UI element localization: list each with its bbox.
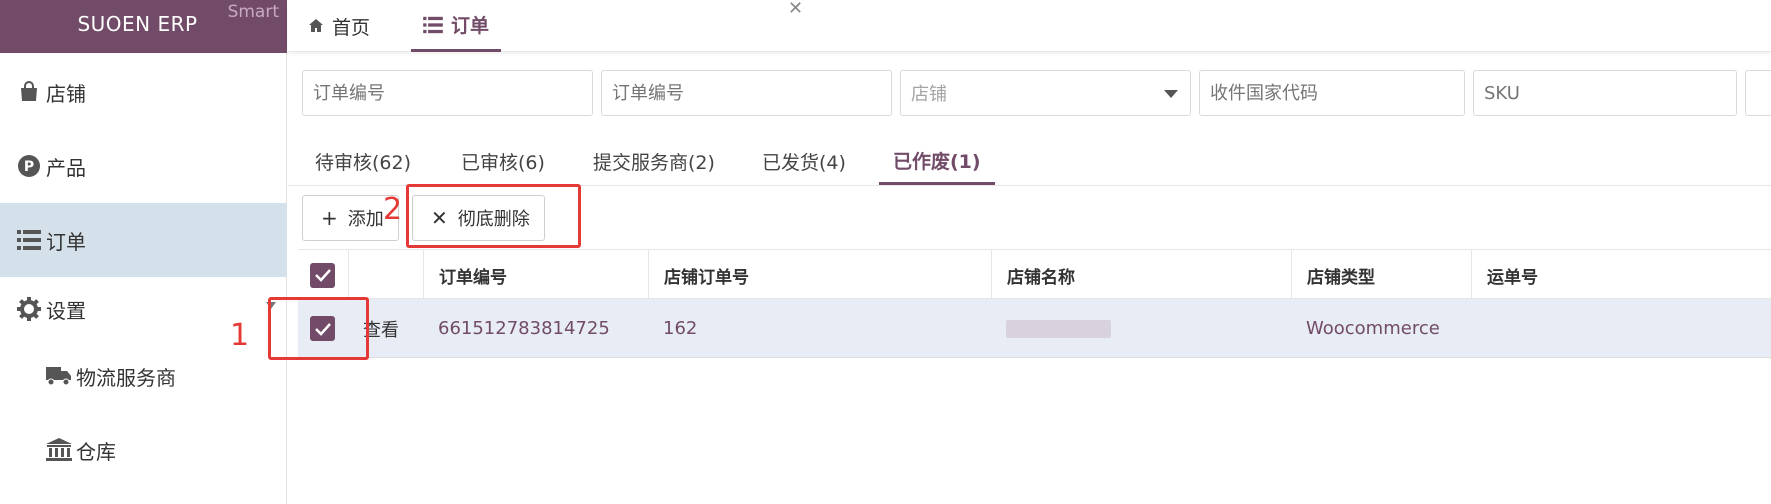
order-number-cell: 661512783814725: [438, 318, 610, 339]
shopping-bag-icon: [16, 79, 42, 105]
sidebar-item-label: 仓库: [76, 439, 116, 464]
sidebar-item-orders[interactable]: 订单: [0, 203, 287, 277]
tab-orders[interactable]: 订单: [411, 0, 502, 52]
store-type-cell: Woocommerce: [1306, 318, 1440, 339]
sidebar: SUOEN ERP Smart 店铺 P 产品 订单 设置 物流服务商 仓库: [0, 0, 287, 504]
sidebar-item-label: 订单: [46, 229, 86, 254]
annotation-label-2: 2: [383, 192, 403, 227]
sidebar-item-label: 产品: [46, 155, 86, 180]
table-header-action: [348, 250, 423, 300]
store-order-number-cell: 162: [663, 318, 698, 339]
tab-submitted-provider[interactable]: 提交服务商(2): [579, 138, 729, 185]
country-code-filter-input[interactable]: [1199, 70, 1465, 116]
store-select[interactable]: 店铺: [900, 70, 1191, 116]
top-tab-bar: 首页 订单 ✕: [288, 0, 1771, 52]
gear-icon: [16, 296, 42, 322]
tab-label: 订单: [451, 15, 490, 37]
tracking-number-cell: [1471, 299, 1771, 358]
sidebar-item-warehouse[interactable]: 仓库: [0, 413, 287, 487]
tab-pending-review[interactable]: 待审核(62): [301, 138, 425, 185]
tab-reviewed[interactable]: 已审核(6): [447, 138, 559, 185]
check-icon: [314, 269, 331, 282]
list-icon: [16, 227, 42, 253]
order-number-filter-input-2[interactable]: [601, 70, 892, 116]
sidebar-item-label: 物流服务商: [76, 365, 176, 390]
home-icon: [308, 18, 324, 34]
list-icon: [423, 16, 443, 34]
close-icon[interactable]: ✕: [788, 0, 803, 19]
redacted-store-name: [1006, 319, 1111, 338]
table-header-store-order-no[interactable]: 店铺订单号: [648, 250, 991, 300]
more-filter-input[interactable]: [1745, 70, 1771, 116]
bank-icon: [46, 437, 72, 463]
annotation-label-1: 1: [230, 318, 250, 353]
sidebar-item-store[interactable]: 店铺: [0, 55, 287, 129]
add-button-label: 添加: [347, 209, 384, 230]
brand-tag: Smart: [227, 2, 279, 22]
tab-voided[interactable]: 已作废(1): [879, 138, 995, 185]
tab-shipped[interactable]: 已发货(4): [748, 138, 860, 185]
truck-icon: [46, 363, 72, 389]
annotation-box-1: [268, 297, 369, 360]
tab-label: 首页: [332, 16, 371, 39]
sidebar-item-label: 店铺: [46, 81, 86, 106]
annotation-box-2: [406, 184, 581, 248]
sidebar-item-label: 设置: [46, 298, 86, 323]
plus-icon: +: [321, 206, 338, 230]
svg-text:P: P: [24, 159, 34, 175]
table-header-store-type[interactable]: 店铺类型: [1291, 250, 1471, 300]
sidebar-item-product[interactable]: P 产品: [0, 129, 287, 203]
order-number-filter-input[interactable]: [302, 70, 593, 116]
select-all-cell: [298, 250, 348, 300]
brand-header: SUOEN ERP Smart: [0, 0, 287, 53]
sku-filter-input[interactable]: [1473, 70, 1737, 116]
table-header-store-name[interactable]: 店铺名称: [991, 250, 1291, 300]
select-all-checkbox[interactable]: [310, 262, 335, 288]
store-select-placeholder: 店铺: [911, 84, 947, 105]
p-circle-icon: P: [16, 153, 42, 179]
table-header-order-no[interactable]: 订单编号: [423, 250, 648, 300]
table-header: 订单编号 店铺订单号 店铺名称 店铺类型 运单号: [298, 249, 1771, 300]
chevron-down-icon: [1164, 90, 1178, 98]
table-row[interactable]: 查看 661512783814725 162 Woocommerce: [298, 299, 1771, 358]
store-name-cell: [991, 299, 1291, 358]
table-header-tracking-no[interactable]: 运单号: [1471, 250, 1771, 300]
tab-home[interactable]: 首页: [308, 0, 370, 52]
